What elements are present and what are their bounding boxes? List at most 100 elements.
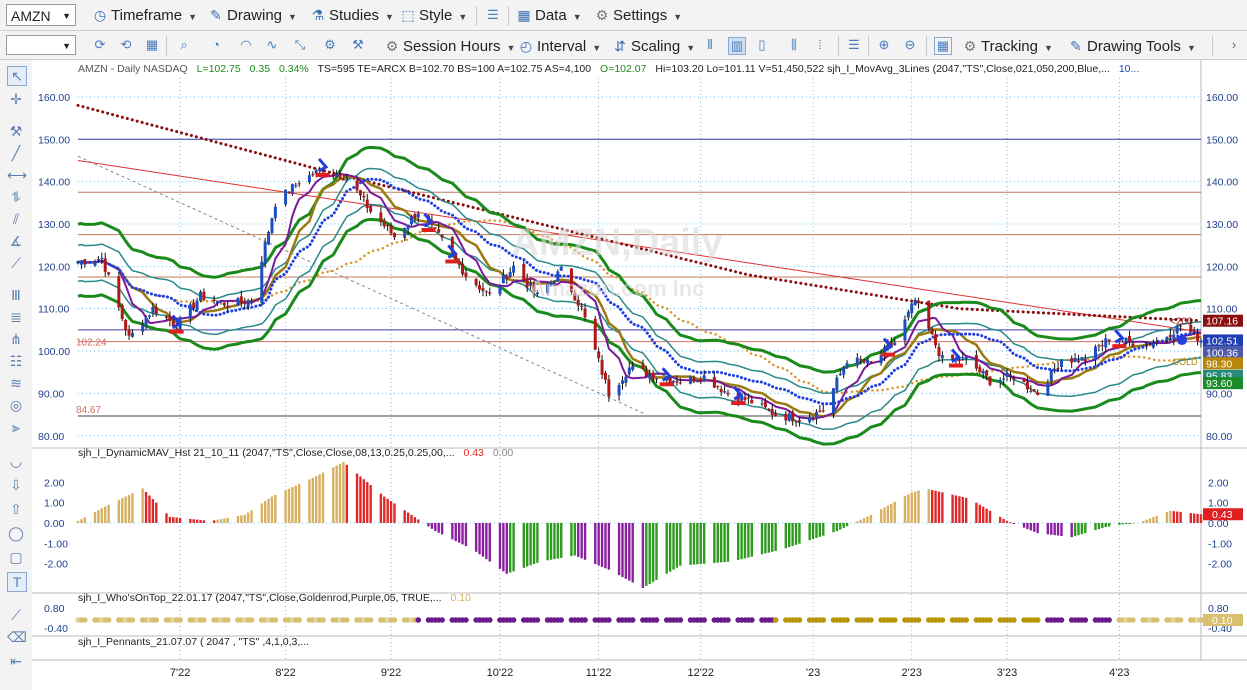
zoom-in-icon[interactable]: ⊕: [876, 37, 892, 53]
dmav-value: 0.43: [463, 447, 484, 459]
candle-body: [821, 410, 825, 412]
gauge-icon[interactable]: ◔: [208, 37, 224, 53]
line-icon[interactable]: ∿: [264, 37, 280, 53]
crosshair-tool-icon[interactable]: ✛: [7, 90, 25, 108]
candle-body: [226, 305, 230, 308]
style-menu[interactable]: ⬚ Style ▼: [400, 5, 467, 25]
bar-chart-icon[interactable]: ⫴: [702, 37, 718, 53]
refresh-icon[interactable]: ⟳: [92, 37, 108, 53]
candle-body: [117, 276, 121, 308]
wot-dot: [558, 617, 565, 623]
symbol-input[interactable]: AMZN ▼: [6, 4, 76, 26]
drawing-tools-menu[interactable]: ✎ Drawing Tools ▼: [1068, 36, 1196, 56]
drawing-menu[interactable]: ✎ Drawing ▼: [208, 5, 297, 25]
arrow-down-tool-icon[interactable]: ⇩: [7, 476, 25, 494]
candle-body: [1080, 357, 1084, 361]
data-menu[interactable]: ▦ Data ▼: [516, 5, 581, 25]
ohlc-icon[interactable]: ⫼: [786, 37, 802, 53]
wot-dot: [1198, 617, 1204, 623]
arrow-up-tool-icon[interactable]: ⇧: [7, 500, 25, 518]
more-icon[interactable]: ›: [1226, 37, 1242, 53]
dmav-bar: [488, 522, 491, 562]
interval-menu[interactable]: ◴ Interval ▼: [518, 36, 601, 56]
settings-menu[interactable]: ⚙ Settings ▼: [594, 5, 682, 25]
sell-signal-marker: [948, 363, 963, 368]
chart-area[interactable]: 102.24 84.67 7'22 8'22 9'22 10'22 11'22 12'22 '…: [32, 60, 1247, 690]
candle-body: [403, 228, 407, 238]
candle-body: [1100, 345, 1104, 347]
fibonacci-tool-icon[interactable]: Ⅲ: [7, 286, 25, 304]
dmav-bar: [856, 521, 859, 523]
crosshair-grid-icon[interactable]: ▦: [934, 37, 952, 55]
scaling-menu[interactable]: ⇵ Scaling ▼: [612, 36, 695, 56]
session-hours-menu[interactable]: ⚙ Session Hours ▼: [384, 36, 516, 56]
timeframe-menu[interactable]: ◷ Timeframe ▼: [92, 5, 197, 25]
candle-body: [937, 346, 941, 357]
tracking-menu[interactable]: ⚙ Tracking ▼: [962, 36, 1053, 56]
speed-lines-icon[interactable]: ≋: [7, 374, 25, 392]
pointer-tool-icon[interactable]: ↖: [7, 66, 27, 86]
channel-tool-icon[interactable]: ⫽: [7, 210, 25, 228]
candle-body: [627, 367, 631, 375]
price-tick-right: 160.00: [1206, 92, 1238, 104]
candle-body: [791, 411, 795, 422]
dmav-bar: [1155, 515, 1158, 523]
sell-signal-marker: [445, 259, 460, 264]
zoom-out-icon[interactable]: ⊖: [902, 37, 918, 53]
studies-menu[interactable]: ⚗ Studies ▼: [310, 5, 394, 25]
dmav-bar: [560, 522, 563, 558]
dmav-bar: [1050, 522, 1053, 535]
format-icon[interactable]: ⚒: [350, 37, 366, 53]
fib-circle-icon[interactable]: ◎: [7, 396, 25, 414]
wrench-tool-icon[interactable]: ⚒: [7, 122, 25, 140]
zoom-icon[interactable]: ⌕: [176, 37, 192, 53]
resize-icon[interactable]: ⤡: [292, 37, 308, 53]
toolbar-divider: [508, 6, 509, 26]
toolbar-divider: [476, 6, 477, 26]
candle-body: [212, 299, 216, 301]
vertical-line-icon[interactable]: ⥮: [7, 188, 25, 206]
candle-body: [294, 184, 298, 187]
dmav-bar: [999, 516, 1002, 523]
candlestick-icon[interactable]: ▥: [728, 37, 746, 55]
settings-small-icon[interactable]: ⚙: [322, 37, 338, 53]
sell-signal-marker: [731, 401, 746, 406]
ellipse-tool-icon[interactable]: ◯: [7, 524, 25, 542]
arc-tool-icon[interactable]: ◡: [7, 452, 25, 470]
ray-tool-icon[interactable]: ⟋: [7, 254, 25, 272]
dmav-bar: [505, 522, 508, 574]
horizontal-line-icon[interactable]: ⟷: [7, 166, 27, 184]
candle-body: [1046, 383, 1050, 396]
gann-tool-icon[interactable]: ≣: [7, 308, 25, 326]
layout-icon[interactable]: ☰: [846, 37, 862, 53]
dmav-bar: [1097, 522, 1101, 530]
timeframe-label: Timeframe: [111, 7, 183, 24]
grid-icon[interactable]: ▦: [144, 37, 160, 53]
candle-body: [719, 389, 723, 393]
wot-dot: [82, 617, 88, 623]
pitchfork-tool-icon[interactable]: ⋔: [7, 330, 25, 348]
chart-type-icon[interactable]: ◠: [238, 37, 254, 53]
angle-tool-icon[interactable]: ∡: [7, 232, 25, 250]
line-chart-icon[interactable]: ⦙: [812, 37, 828, 53]
price-badge-label: 102.51: [1206, 335, 1238, 347]
trendline-tool-icon[interactable]: ╱: [7, 144, 25, 162]
text-tool-icon[interactable]: T: [7, 572, 27, 592]
fib-fan-icon[interactable]: ⫸: [7, 418, 25, 436]
wot-dot: [153, 617, 160, 623]
dmav-bar: [485, 522, 488, 560]
candle-body: [219, 300, 223, 302]
tracking-icon: ⚙: [963, 38, 977, 54]
collapse-panel-icon[interactable]: ⇤: [7, 652, 25, 670]
layout-icon[interactable]: ☰: [485, 7, 501, 23]
hollow-candle-icon[interactable]: ▯: [754, 37, 770, 53]
regression-tool-icon[interactable]: ☷: [7, 352, 25, 370]
eraser-tool-icon[interactable]: ⌫: [7, 628, 27, 646]
candle-body: [1025, 381, 1029, 390]
workspace-select[interactable]: ▼: [6, 35, 76, 55]
header-open: O=102.07: [600, 63, 647, 75]
gear-icon: ⚙: [385, 38, 399, 54]
pen-tool-icon[interactable]: ⟋: [7, 606, 25, 624]
sync-icon[interactable]: ⟲: [118, 37, 134, 53]
rectangle-tool-icon[interactable]: ▢: [7, 548, 25, 566]
